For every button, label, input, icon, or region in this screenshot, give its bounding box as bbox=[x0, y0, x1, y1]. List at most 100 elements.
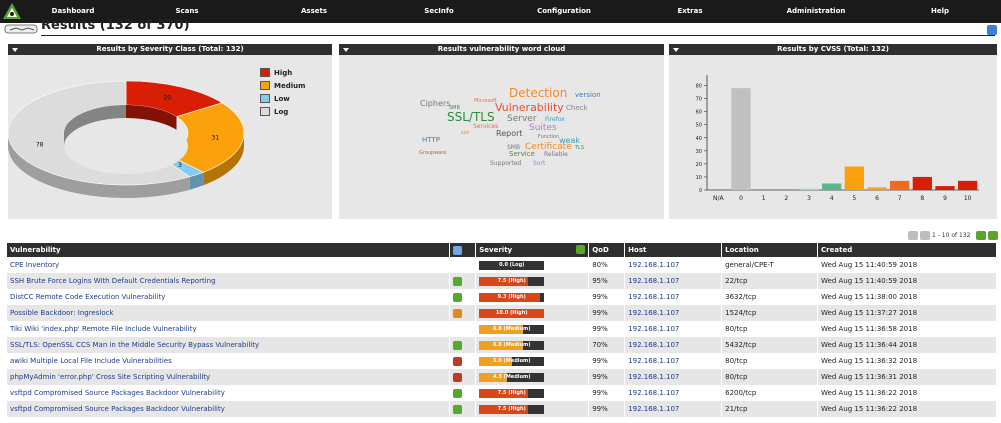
column-header-created[interactable]: Created bbox=[817, 243, 997, 257]
word-cloud-word[interactable]: Sort bbox=[533, 160, 546, 167]
cvss-bar-7[interactable] bbox=[890, 180, 910, 190]
host-link[interactable]: 192.168.1.107 bbox=[628, 405, 679, 413]
table-row[interactable]: awiki Multiple Local File Include Vulner… bbox=[7, 353, 997, 369]
table-row[interactable]: Possible Backdoor: Ingreslock 10.0 (High)… bbox=[7, 305, 997, 321]
vulnerability-link[interactable]: SSH Brute Force Logins With Default Cred… bbox=[10, 277, 216, 285]
last-page-icon[interactable] bbox=[988, 231, 998, 240]
host-link[interactable]: 192.168.1.107 bbox=[628, 325, 679, 333]
vulnerability-link[interactable]: phpMyAdmin 'error.php' Cross Site Script… bbox=[10, 373, 210, 381]
word-cloud-word[interactable]: Supported bbox=[490, 160, 521, 167]
word-cloud-word[interactable]: HTTP bbox=[422, 136, 440, 144]
donut-value-label: 20 bbox=[163, 94, 171, 101]
x-tick-label: 6 bbox=[875, 195, 879, 202]
help-icon[interactable] bbox=[987, 25, 997, 35]
cvss-bar-3[interactable] bbox=[799, 188, 819, 190]
nav-configuration[interactable]: Configuration bbox=[521, 0, 607, 23]
table-row[interactable]: SSL/TLS: OpenSSL CCS Man in the Middle S… bbox=[7, 337, 997, 353]
cvss-bar-8[interactable] bbox=[912, 176, 932, 190]
cvss-bar-4[interactable] bbox=[822, 183, 842, 190]
word-cloud-word[interactable]: Groupware bbox=[419, 150, 446, 156]
column-header-location[interactable]: Location bbox=[721, 243, 819, 257]
qod-cell: 95% bbox=[588, 273, 626, 289]
nav-secinfo[interactable]: SecInfo bbox=[396, 0, 482, 23]
vulnerability-link[interactable]: awiki Multiple Local File Include Vulner… bbox=[10, 357, 172, 365]
qod-cell: 99% bbox=[588, 401, 626, 417]
severity-class-header[interactable]: Results by Severity Class (Total: 132) bbox=[8, 44, 332, 55]
host-link[interactable]: 192.168.1.107 bbox=[628, 389, 679, 397]
nav-help[interactable]: Help bbox=[897, 0, 983, 23]
vulnerability-link[interactable]: Possible Backdoor: Ingreslock bbox=[10, 309, 114, 317]
nav-extras[interactable]: Extras bbox=[647, 0, 733, 23]
next-page-icon[interactable] bbox=[976, 231, 986, 240]
notes-cell bbox=[449, 401, 477, 417]
word-cloud-word[interactable]: TLS bbox=[574, 145, 584, 151]
column-header-notes[interactable] bbox=[449, 243, 477, 257]
column-header-qod[interactable]: QoD bbox=[588, 243, 626, 257]
host-link[interactable]: 192.168.1.107 bbox=[628, 277, 679, 285]
word-cloud-word[interactable]: Check bbox=[566, 104, 588, 112]
nav-assets[interactable]: Assets bbox=[271, 0, 357, 23]
table-row[interactable]: vsftpd Compromised Source Packages Backd… bbox=[7, 385, 997, 401]
severity-bar-label: 9.3 (High) bbox=[497, 293, 526, 300]
word-cloud-word[interactable]: Function bbox=[538, 134, 559, 140]
cvss-bar-0[interactable] bbox=[731, 88, 751, 190]
vulnerability-link[interactable]: DistCC Remote Code Execution Vulnerabili… bbox=[10, 293, 165, 301]
host-link[interactable]: 192.168.1.107 bbox=[628, 309, 679, 317]
host-link[interactable]: 192.168.1.107 bbox=[628, 261, 679, 269]
table-row[interactable]: DistCC Remote Code Execution Vulnerabili… bbox=[7, 289, 997, 305]
x-tick-label: 7 bbox=[898, 195, 902, 202]
nav-administration[interactable]: Administration bbox=[773, 0, 859, 23]
cvss-header[interactable]: Results by CVSS (Total: 132) bbox=[669, 44, 997, 55]
column-header-vulnerability[interactable]: Vulnerability bbox=[7, 243, 451, 257]
host-link[interactable]: 192.168.1.107 bbox=[628, 293, 679, 301]
word-cloud-word[interactable]: Ciphers bbox=[420, 99, 450, 108]
word-cloud-word[interactable]: Report bbox=[496, 129, 523, 138]
word-cloud-word[interactable]: ssh bbox=[461, 130, 469, 136]
greenbone-logo-icon[interactable] bbox=[1, 1, 23, 21]
host-cell: 192.168.1.107 bbox=[624, 369, 723, 385]
sort-icon[interactable] bbox=[576, 245, 586, 254]
word-cloud-word[interactable]: Suites bbox=[529, 123, 557, 133]
table-row[interactable]: SSH Brute Force Logins With Default Cred… bbox=[7, 273, 997, 289]
word-cloud-word[interactable]: Firefox bbox=[545, 116, 565, 123]
host-link[interactable]: 192.168.1.107 bbox=[628, 357, 679, 365]
cvss-bar-10[interactable] bbox=[958, 180, 978, 190]
table-row[interactable]: Tiki Wiki 'index.php' Remote File Includ… bbox=[7, 321, 997, 337]
collapse-triangle-icon[interactable] bbox=[343, 48, 349, 52]
first-page-icon[interactable] bbox=[908, 231, 918, 240]
location-cell: 80/tcp bbox=[721, 321, 819, 337]
host-link[interactable]: 192.168.1.107 bbox=[628, 373, 679, 381]
solution-type-icon bbox=[453, 388, 463, 398]
word-cloud-word[interactable]: Detection bbox=[509, 86, 567, 100]
word-cloud: Detection versionCiphersSMBMicrosoftVulne… bbox=[419, 86, 601, 167]
cvss-bar-9[interactable] bbox=[935, 186, 955, 190]
vulnerability-link[interactable]: CPE Inventory bbox=[10, 261, 59, 269]
word-cloud-word[interactable]: Microsoft bbox=[474, 98, 497, 104]
host-link[interactable]: 192.168.1.107 bbox=[628, 341, 679, 349]
collapse-triangle-icon[interactable] bbox=[673, 48, 679, 52]
vulnerability-link[interactable]: vsftpd Compromised Source Packages Backd… bbox=[10, 405, 225, 413]
word-cloud-word[interactable]: SSL/TLS bbox=[447, 110, 495, 124]
table-row[interactable]: CPE Inventory 0.0 (Log) 80% 192.168.1.107 ge… bbox=[7, 257, 997, 273]
table-header-row: Vulnerability Severity QoD Host Location… bbox=[7, 243, 997, 257]
word-cloud-word[interactable]: Services bbox=[473, 123, 498, 130]
table-row[interactable]: vsftpd Compromised Source Packages Backd… bbox=[7, 401, 997, 417]
word-cloud-word[interactable]: Service bbox=[509, 150, 535, 158]
vulnerability-link[interactable]: vsftpd Compromised Source Packages Backd… bbox=[10, 389, 225, 397]
vulnerability-link[interactable]: Tiki Wiki 'index.php' Remote File Includ… bbox=[10, 325, 197, 333]
vulnerability-link[interactable]: SSL/TLS: OpenSSL CCS Man in the Middle S… bbox=[10, 341, 259, 349]
solution-type-icon[interactable] bbox=[453, 245, 463, 255]
prev-page-icon[interactable] bbox=[920, 231, 930, 240]
word-cloud-word[interactable]: version bbox=[575, 91, 601, 99]
column-header-severity[interactable]: Severity bbox=[475, 243, 590, 257]
legend-label-log: Log bbox=[274, 108, 289, 116]
notes-cell bbox=[449, 337, 477, 353]
word-cloud-word[interactable]: Vulnerability bbox=[495, 101, 564, 114]
cvss-bar-5[interactable] bbox=[844, 166, 864, 190]
collapse-triangle-icon[interactable] bbox=[12, 48, 18, 52]
column-header-host[interactable]: Host bbox=[624, 243, 723, 257]
word-cloud-header[interactable]: Results vulnerability word cloud bbox=[339, 44, 664, 55]
table-row[interactable]: phpMyAdmin 'error.php' Cross Site Script… bbox=[7, 369, 997, 385]
cvss-bar-6[interactable] bbox=[867, 187, 887, 190]
word-cloud-word[interactable]: Reliable bbox=[544, 151, 568, 158]
